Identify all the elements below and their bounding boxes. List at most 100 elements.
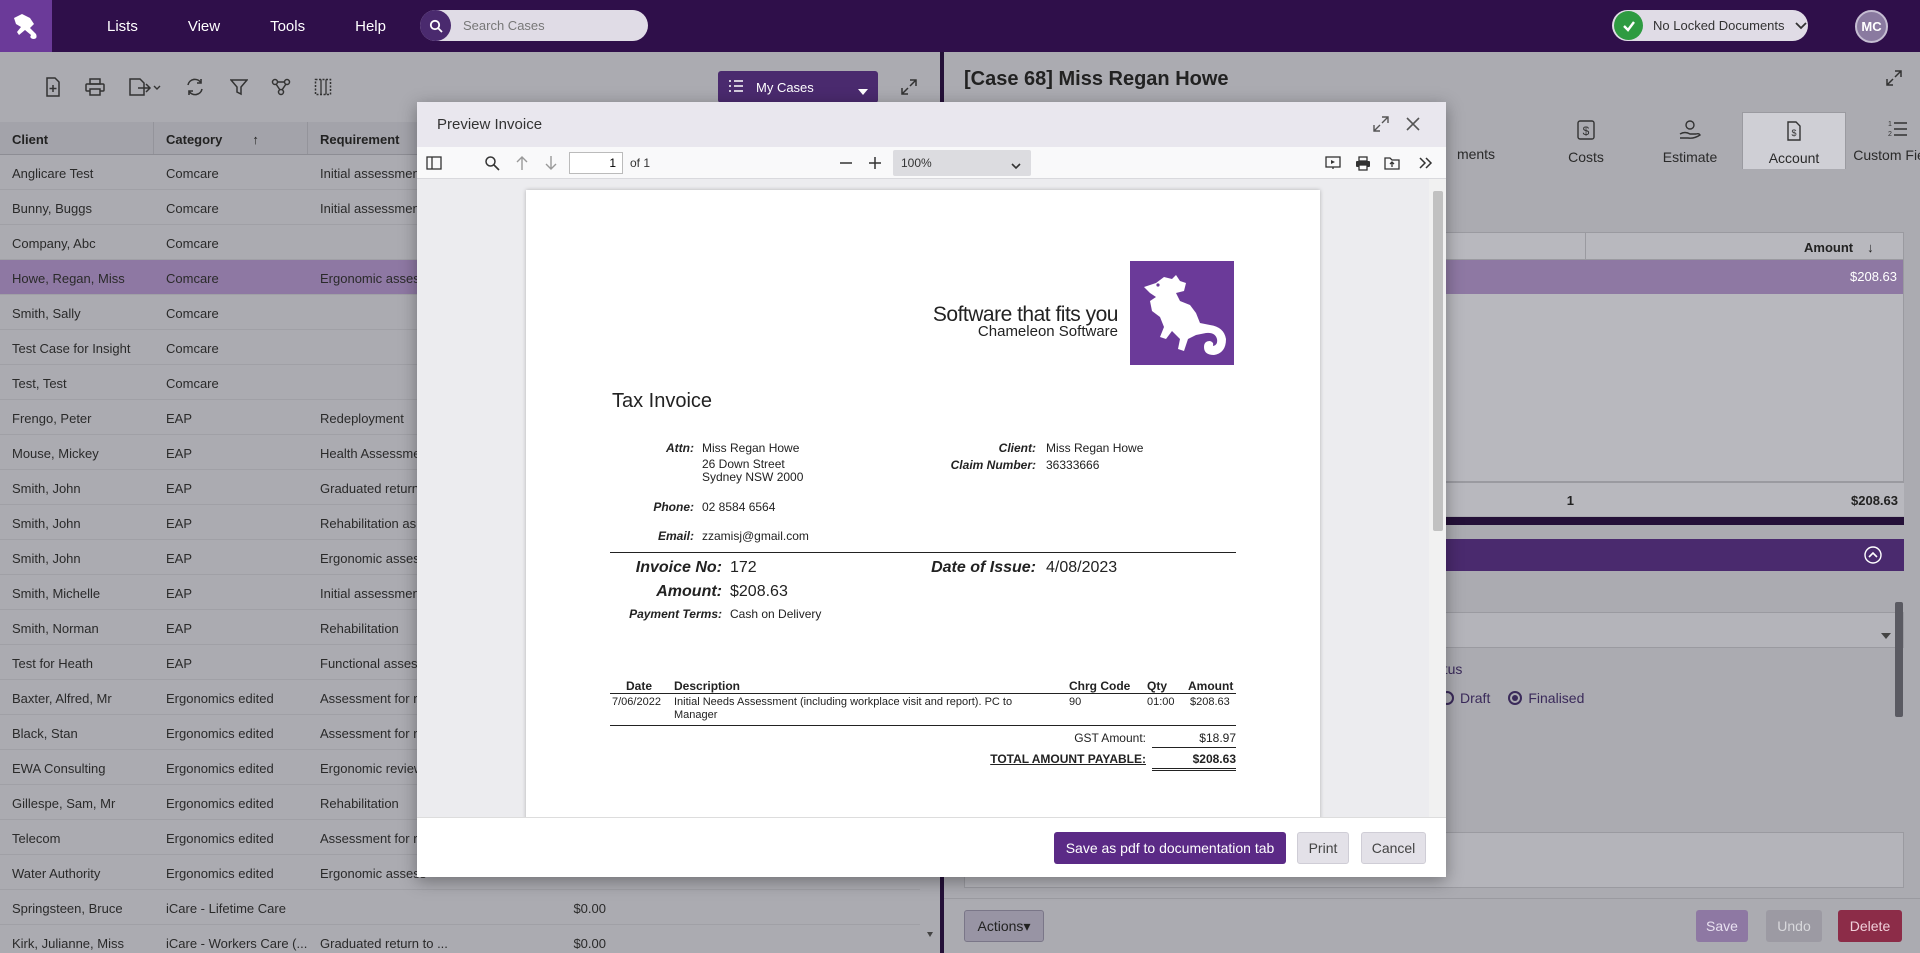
line-description: Initial Needs Assessment (including work… bbox=[674, 696, 1013, 721]
preview-invoice-modal: Preview Invoice of 1 100% bbox=[417, 102, 1446, 877]
divider-line bbox=[610, 693, 1236, 694]
pdf-scrollbar[interactable] bbox=[1429, 179, 1446, 817]
refresh-icon[interactable] bbox=[184, 76, 206, 98]
svg-text:1: 1 bbox=[1888, 121, 1892, 128]
export-icon[interactable] bbox=[126, 76, 166, 98]
sort-down-icon: ↓ bbox=[1867, 240, 1874, 255]
line-header-date: Date bbox=[626, 679, 653, 693]
table-cell: Ergonomics edited bbox=[166, 866, 274, 881]
search-input[interactable] bbox=[451, 18, 631, 33]
status-radio-group: Draft Finalised bbox=[1440, 690, 1584, 706]
table-cell: $0.00 bbox=[573, 901, 606, 916]
search-icon[interactable] bbox=[420, 10, 451, 41]
locked-documents-label: No Locked Documents bbox=[1653, 18, 1785, 33]
find-icon[interactable] bbox=[483, 154, 501, 172]
print-icon[interactable] bbox=[84, 76, 106, 98]
chameleon-logo-icon[interactable] bbox=[0, 0, 52, 52]
table-cell: EAP bbox=[166, 481, 193, 496]
chevron-down-icon bbox=[1011, 159, 1021, 173]
menu-view[interactable]: View bbox=[163, 18, 245, 35]
workflow-icon[interactable] bbox=[270, 76, 292, 98]
email-value: zzamisj@gmail.com bbox=[702, 529, 809, 543]
line-header-amount: Amount bbox=[1188, 679, 1234, 693]
radio-finalised[interactable] bbox=[1508, 691, 1523, 705]
tab-account[interactable]: $ Account bbox=[1742, 112, 1846, 169]
save-pdf-button[interactable]: Save as pdf to documentation tab bbox=[1054, 832, 1286, 864]
col-header-client[interactable]: Client bbox=[0, 122, 154, 154]
more-tools-icon[interactable] bbox=[1417, 154, 1435, 172]
line-date: 7/06/2022 bbox=[612, 696, 661, 708]
zoom-in-icon[interactable] bbox=[866, 154, 884, 172]
undo-button[interactable]: Undo bbox=[1766, 910, 1822, 942]
table-cell bbox=[612, 890, 766, 924]
menu-tools[interactable]: Tools bbox=[245, 18, 330, 35]
table-cell: Comcare bbox=[166, 236, 219, 251]
tab-custom-fields[interactable]: 12 Custom Fields bbox=[1846, 112, 1920, 169]
previous-page-icon[interactable] bbox=[513, 154, 531, 172]
table-cell: EAP bbox=[166, 621, 193, 636]
filter-icon[interactable] bbox=[228, 76, 250, 98]
address-line-1: 26 Down Street bbox=[702, 457, 785, 471]
table-cell: Comcare bbox=[166, 376, 219, 391]
cancel-button[interactable]: Cancel bbox=[1361, 832, 1426, 864]
print-button[interactable]: Print bbox=[1297, 832, 1349, 864]
user-avatar[interactable]: MC bbox=[1855, 10, 1888, 43]
col-header-amount[interactable]: Amount ↓ bbox=[1804, 240, 1874, 255]
table-cell: iCare - Workers Care (... bbox=[166, 936, 308, 951]
table-cell: Graduated return to ... bbox=[320, 936, 448, 951]
table-cell: Comcare bbox=[166, 166, 219, 181]
columns-grid-icon[interactable] bbox=[312, 76, 334, 98]
save-button[interactable]: Save bbox=[1696, 910, 1748, 942]
line-header-charge-code: Chrg Code bbox=[1069, 679, 1131, 693]
table-cell: Smith, John bbox=[12, 551, 81, 566]
table-row[interactable]: Kirk, Julianne, Miss iCare - Workers Care… bbox=[0, 925, 920, 953]
total-value: $208.63 bbox=[1192, 752, 1236, 766]
table-cell bbox=[766, 925, 920, 953]
check-circle-icon bbox=[1614, 11, 1643, 40]
open-file-icon[interactable] bbox=[1383, 154, 1401, 172]
table-cell: Ergonomics edited bbox=[166, 761, 274, 776]
tab-estimate[interactable]: Estimate bbox=[1638, 112, 1742, 169]
actions-button[interactable]: Actions ▾ bbox=[964, 910, 1044, 942]
table-cell: Company, Abc bbox=[12, 236, 96, 251]
page-number-input[interactable] bbox=[569, 152, 623, 174]
locked-documents-dropdown[interactable]: No Locked Documents bbox=[1612, 10, 1808, 41]
expand-icon[interactable] bbox=[898, 76, 920, 98]
radio-draft-label: Draft bbox=[1460, 690, 1491, 706]
sidebar-toggle-icon[interactable] bbox=[425, 154, 443, 172]
table-cell: Telecom bbox=[12, 831, 61, 846]
presentation-mode-icon[interactable] bbox=[1324, 154, 1342, 172]
view-selector-label: My Cases bbox=[756, 79, 814, 95]
col-header-category[interactable]: Category ↑ bbox=[154, 122, 308, 154]
view-selector-dropdown[interactable]: My Cases bbox=[718, 71, 878, 103]
delete-button[interactable]: Delete bbox=[1838, 910, 1902, 942]
tab-costs[interactable]: $ Costs bbox=[1534, 112, 1638, 169]
table-cell: Test Case for Insight bbox=[12, 341, 131, 356]
zoom-select[interactable]: 100% bbox=[893, 150, 1031, 176]
table-cell: Ergonomics edited bbox=[166, 726, 274, 741]
next-page-icon[interactable] bbox=[542, 154, 560, 172]
gst-value: $18.97 bbox=[1199, 731, 1236, 745]
print-icon[interactable] bbox=[1354, 154, 1372, 172]
table-cell: Comcare bbox=[166, 341, 219, 356]
zoom-out-icon[interactable] bbox=[837, 154, 855, 172]
modal-footer: Save as pdf to documentation tab Print C… bbox=[417, 817, 1446, 877]
new-document-icon[interactable] bbox=[42, 76, 64, 98]
svg-text:$: $ bbox=[1791, 128, 1796, 138]
chameleon-logo-icon bbox=[1130, 261, 1234, 365]
table-cell: $0.00 bbox=[573, 936, 606, 951]
table-cell: Smith, John bbox=[12, 481, 81, 496]
expand-icon[interactable] bbox=[1886, 70, 1902, 89]
search-box bbox=[420, 10, 648, 41]
close-icon[interactable] bbox=[1403, 114, 1423, 134]
table-row[interactable]: Springsteen, Bruce iCare - Lifetime Care $… bbox=[0, 890, 920, 925]
divider-line bbox=[610, 552, 1236, 553]
detail-scrollbar[interactable] bbox=[1894, 582, 1904, 932]
table-cell: Smith, Sally bbox=[12, 306, 81, 321]
collapse-up-icon[interactable] bbox=[1864, 546, 1882, 567]
tab-documents[interactable]: ments bbox=[1434, 112, 1518, 169]
line-amount: $208.63 bbox=[1190, 696, 1230, 708]
menu-help[interactable]: Help bbox=[330, 18, 411, 35]
maximize-icon[interactable] bbox=[1371, 114, 1391, 134]
menu-lists[interactable]: Lists bbox=[82, 18, 163, 35]
